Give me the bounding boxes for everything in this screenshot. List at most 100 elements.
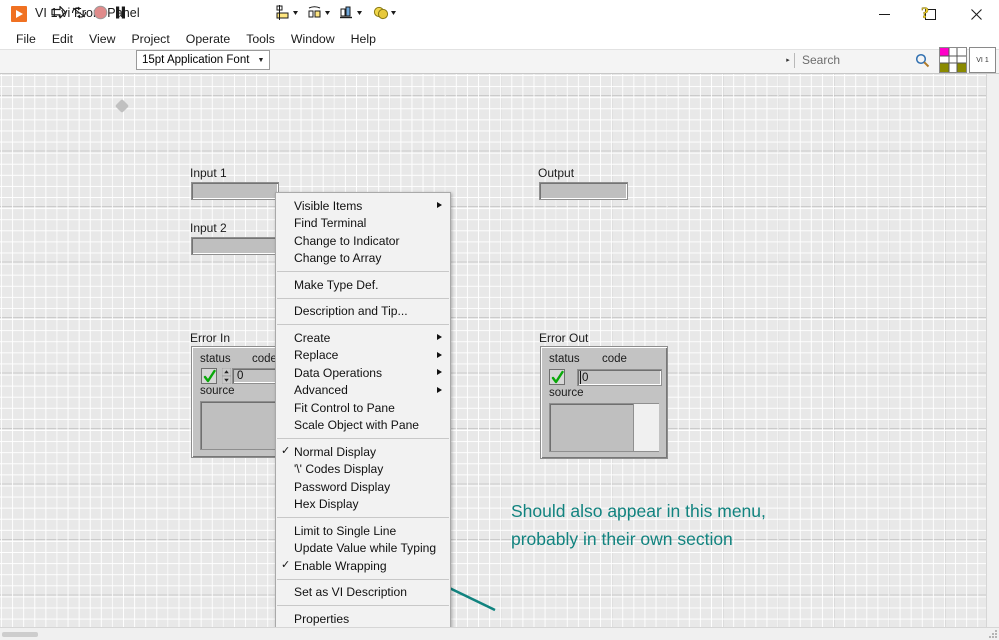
minimize-button[interactable] (861, 0, 907, 28)
vi-icon[interactable]: VI 1 (969, 47, 996, 73)
menu-view[interactable]: View (81, 31, 123, 47)
error-in-status-label: status (200, 353, 231, 365)
menu-item-label: Fit Control to Pane (294, 400, 395, 415)
error-out-source-label: source (549, 387, 584, 399)
menu-item-advanced[interactable]: Advanced (276, 382, 450, 400)
menu-separator (277, 297, 449, 299)
output-label: Output (538, 166, 575, 180)
menu-item-label: Properties (294, 611, 350, 626)
input2-label: Input 2 (190, 221, 227, 235)
error-in-label: Error In (190, 331, 231, 345)
run-continuously-button[interactable] (69, 3, 89, 22)
menu-item-find-terminal[interactable]: Find Terminal (276, 215, 450, 233)
pause-button[interactable] (112, 3, 128, 22)
chevron-down-icon: ▼ (257, 56, 265, 64)
abort-execution-button[interactable] (91, 3, 109, 22)
close-button[interactable] (953, 0, 999, 28)
horizontal-scrollbar-thumb[interactable] (2, 632, 38, 637)
menu-file[interactable]: File (8, 31, 44, 47)
connector-pane[interactable] (939, 47, 967, 73)
menu-item-create[interactable]: Create (276, 329, 450, 347)
error-in-source-label: source (200, 385, 235, 397)
menu-bar: File Edit View Project Operate Tools Win… (0, 28, 999, 49)
resize-objects-button[interactable] (338, 3, 366, 22)
align-objects-button[interactable] (274, 3, 302, 22)
menu-item-update-value-while-typing[interactable]: Update Value while Typing (276, 540, 450, 558)
menu-separator (277, 324, 449, 325)
run-button[interactable] (48, 3, 68, 22)
vi-icon-label: VI 1 (976, 56, 989, 64)
input1-string-control[interactable] (191, 182, 279, 200)
menu-tools[interactable]: Tools (238, 31, 283, 47)
error-out-label: Error Out (539, 331, 589, 345)
menu-item-label: '\' Codes Display (294, 462, 384, 477)
menu-item-set-as-vi-description[interactable]: Set as VI Description (276, 584, 450, 602)
menu-item-replace[interactable]: Replace (276, 347, 450, 365)
error-out-source-scroll[interactable] (633, 404, 659, 451)
menu-item-codes-display[interactable]: '\' Codes Display (276, 461, 450, 479)
menu-separator (277, 271, 449, 272)
vertical-scrollbar[interactable] (986, 74, 999, 627)
search-box[interactable]: ▸ Search (782, 50, 935, 70)
menu-item-visible-items[interactable]: Visible Items (276, 197, 450, 215)
menu-item-scale-object-with-pane[interactable]: Scale Object with Pane (276, 417, 450, 435)
search-expander-icon[interactable]: ▸ (782, 56, 794, 64)
menu-item-label: Create (294, 330, 331, 345)
menu-item-change-to-indicator[interactable]: Change to Indicator (276, 232, 450, 250)
output-string-indicator[interactable] (539, 182, 628, 200)
menu-item-label: Password Display (294, 479, 391, 494)
error-out-code-field[interactable]: 0 (577, 369, 662, 386)
search-icon[interactable] (909, 53, 935, 68)
menu-item-label: Description and Tip... (294, 304, 408, 319)
origin-marker-icon (114, 98, 130, 114)
menu-edit[interactable]: Edit (44, 31, 81, 47)
menu-item-enable-wrapping[interactable]: ✓ Enable Wrapping (276, 557, 450, 575)
menu-project[interactable]: Project (123, 31, 177, 47)
menu-item-label: Advanced (294, 383, 348, 398)
input2-string-control[interactable] (191, 237, 279, 255)
error-in-status-checkbox[interactable] (201, 368, 217, 384)
menu-item-change-to-array[interactable]: Change to Array (276, 250, 450, 268)
search-placeholder: Search (802, 53, 841, 67)
menu-item-password-display[interactable]: Password Display (276, 478, 450, 496)
menu-item-label: Change to Array (294, 251, 382, 266)
menu-item-label: Hex Display (294, 497, 359, 512)
annotation-line-2: probably in their own section (511, 529, 733, 549)
menu-separator (277, 605, 449, 606)
submenu-arrow-icon (437, 386, 442, 393)
error-out-status-checkbox[interactable] (549, 369, 565, 385)
menu-item-label: Normal Display (294, 444, 376, 459)
title-bar: VI 1.vi Front Panel (0, 0, 999, 29)
menu-window[interactable]: Window (283, 31, 343, 47)
menu-item-label: Visible Items (294, 198, 363, 213)
menu-item-hex-display[interactable]: Hex Display (276, 496, 450, 514)
menu-item-make-type-def[interactable]: Make Type Def. (276, 276, 450, 294)
distribute-objects-button[interactable] (306, 3, 334, 22)
font-selector[interactable]: 15pt Application Font ▼ (136, 50, 270, 70)
menu-item-label: Limit to Single Line (294, 523, 397, 538)
error-in-code-spinner[interactable] (221, 367, 232, 385)
context-menu[interactable]: Visible Items Find Terminal Change to In… (275, 192, 451, 633)
reorder-button[interactable] (372, 3, 400, 22)
labview-front-panel-window: VI 1.vi Front Panel File Edit View Proje… (0, 0, 999, 640)
menu-item-properties[interactable]: Properties (276, 610, 450, 628)
resize-grip-icon[interactable] (988, 629, 997, 638)
menu-item-label: Scale Object with Pane (294, 418, 420, 433)
submenu-arrow-icon (437, 351, 442, 358)
menu-separator (277, 438, 449, 439)
horizontal-scrollbar[interactable] (0, 627, 999, 640)
menu-item-label: Set as VI Description (294, 585, 407, 600)
error-in-code-label: code (252, 353, 277, 365)
menu-item-description-and-tip[interactable]: Description and Tip... (276, 303, 450, 321)
menu-item-fit-control-to-pane[interactable]: Fit Control to Pane (276, 399, 450, 417)
menu-item-data-operations[interactable]: Data Operations (276, 364, 450, 382)
menu-operate[interactable]: Operate (178, 31, 238, 47)
context-help-icon[interactable]: ? (916, 3, 936, 22)
menu-item-limit-to-single-line[interactable]: Limit to Single Line (276, 522, 450, 540)
front-panel-canvas[interactable]: Input 1 Input 2 Output Error In status c… (0, 74, 999, 640)
error-out-status-label: status (549, 353, 580, 365)
menu-item-label: Find Terminal (294, 216, 367, 231)
menu-item-normal-display[interactable]: ✓ Normal Display (276, 443, 450, 461)
menu-help[interactable]: Help (343, 31, 384, 47)
labview-run-icon (11, 6, 27, 22)
